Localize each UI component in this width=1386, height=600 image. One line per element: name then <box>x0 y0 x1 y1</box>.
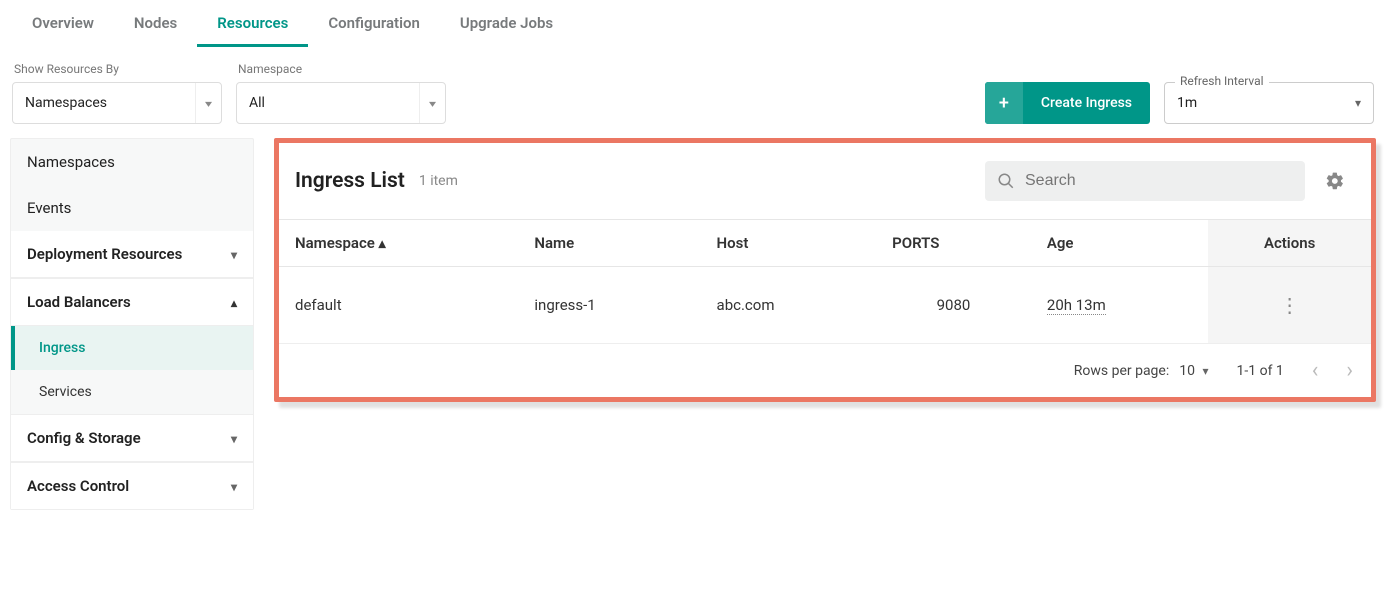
cell-age: 20h 13m <box>1031 267 1208 344</box>
sidebar-group-label: Deployment Resources <box>27 245 182 263</box>
chevron-down-icon <box>206 95 211 111</box>
row-actions-button[interactable] <box>1208 267 1371 344</box>
sidebar-item-ingress[interactable]: Ingress <box>11 326 253 370</box>
tab-resources[interactable]: Resources <box>197 0 308 47</box>
refresh-interval-value: 1m <box>1177 95 1197 111</box>
table-pager: Rows per page: 10 1-1 of 1 <box>279 344 1371 397</box>
refresh-interval-label: Refresh Interval <box>1175 74 1269 88</box>
chevron-down-icon <box>1202 363 1208 379</box>
ingress-list-panel: Ingress List 1 item Namespac <box>274 138 1376 402</box>
search-input[interactable] <box>1025 172 1293 190</box>
tab-configuration[interactable]: Configuration <box>308 0 440 47</box>
column-header-host[interactable]: Host <box>701 220 877 267</box>
show-resources-by-select[interactable]: Namespaces <box>12 82 222 124</box>
top-tabs: Overview Nodes Resources Configuration U… <box>0 0 1386 48</box>
sidebar-group-access-control[interactable]: Access Control <box>11 462 253 509</box>
column-header-actions: Actions <box>1208 220 1371 267</box>
plus-icon: + <box>985 82 1023 124</box>
sidebar-group-label: Config & Storage <box>27 429 141 447</box>
rows-per-page-select[interactable]: 10 <box>1179 363 1208 379</box>
chevron-down-icon <box>430 95 435 111</box>
more-vert-icon <box>1280 298 1300 316</box>
pager-range: 1-1 of 1 <box>1237 363 1284 379</box>
sidebar-group-label: Access Control <box>27 477 129 495</box>
rows-per-page-value: 10 <box>1179 363 1195 379</box>
sidebar-item-events[interactable]: Events <box>11 185 253 231</box>
panel-item-count: 1 item <box>419 173 458 189</box>
filter-bar: Show Resources By Namespaces Namespace A… <box>0 48 1386 134</box>
cell-ports: 9080 <box>876 267 1031 344</box>
column-header-age[interactable]: Age <box>1031 220 1208 267</box>
show-resources-by-value: Namespaces <box>25 95 107 111</box>
namespace-select[interactable]: All <box>236 82 446 124</box>
sidebar-item-namespaces[interactable]: Namespaces <box>11 139 253 185</box>
chevron-down-icon <box>1355 95 1361 111</box>
sort-asc-icon <box>379 234 386 252</box>
sidebar-item-services[interactable]: Services <box>11 370 253 414</box>
chevron-down-icon <box>231 245 237 263</box>
cell-host: abc.com <box>701 267 877 344</box>
sidebar-group-label: Load Balancers <box>27 293 131 311</box>
column-header-name[interactable]: Name <box>518 220 700 267</box>
pager-prev-button[interactable] <box>1312 358 1319 383</box>
panel-title: Ingress List <box>295 169 405 193</box>
tab-upgrade-jobs[interactable]: Upgrade Jobs <box>440 0 573 47</box>
namespace-group: Namespace All <box>236 62 446 124</box>
column-label: Namespace <box>295 234 375 252</box>
show-resources-by-group: Show Resources By Namespaces <box>12 62 222 124</box>
rows-per-page-label: Rows per page: <box>1074 363 1169 379</box>
chevron-down-icon <box>231 477 237 495</box>
pager-next-button[interactable] <box>1346 358 1353 383</box>
age-value: 20h 13m <box>1047 296 1106 315</box>
refresh-interval-select[interactable]: Refresh Interval 1m <box>1164 82 1374 124</box>
sidebar: Namespaces Events Deployment Resources L… <box>10 138 254 510</box>
tab-overview[interactable]: Overview <box>12 0 114 47</box>
sidebar-group-config-storage[interactable]: Config & Storage <box>11 414 253 462</box>
column-header-ports[interactable]: PORTS <box>876 220 1031 267</box>
sidebar-group-deployment-resources[interactable]: Deployment Resources <box>11 231 253 278</box>
search-box[interactable] <box>985 161 1305 201</box>
namespace-value: All <box>249 95 265 111</box>
table-row[interactable]: default ingress-1 abc.com 9080 20h 13m <box>279 267 1371 344</box>
create-ingress-button[interactable]: + Create Ingress <box>985 82 1150 124</box>
sidebar-group-load-balancers[interactable]: Load Balancers <box>11 278 253 326</box>
create-ingress-label: Create Ingress <box>1023 82 1150 124</box>
column-header-namespace[interactable]: Namespace <box>279 220 518 267</box>
show-resources-by-label: Show Resources By <box>12 62 222 76</box>
cell-namespace: default <box>279 267 518 344</box>
tab-nodes[interactable]: Nodes <box>114 0 197 47</box>
search-icon <box>997 172 1015 190</box>
chevron-up-icon <box>231 293 237 311</box>
chevron-down-icon <box>231 429 237 447</box>
settings-button[interactable] <box>1319 165 1351 197</box>
cell-name: ingress-1 <box>518 267 700 344</box>
ingress-table: Namespace Name Host PORTS Age Actions de… <box>279 219 1371 344</box>
namespace-label: Namespace <box>236 62 446 76</box>
